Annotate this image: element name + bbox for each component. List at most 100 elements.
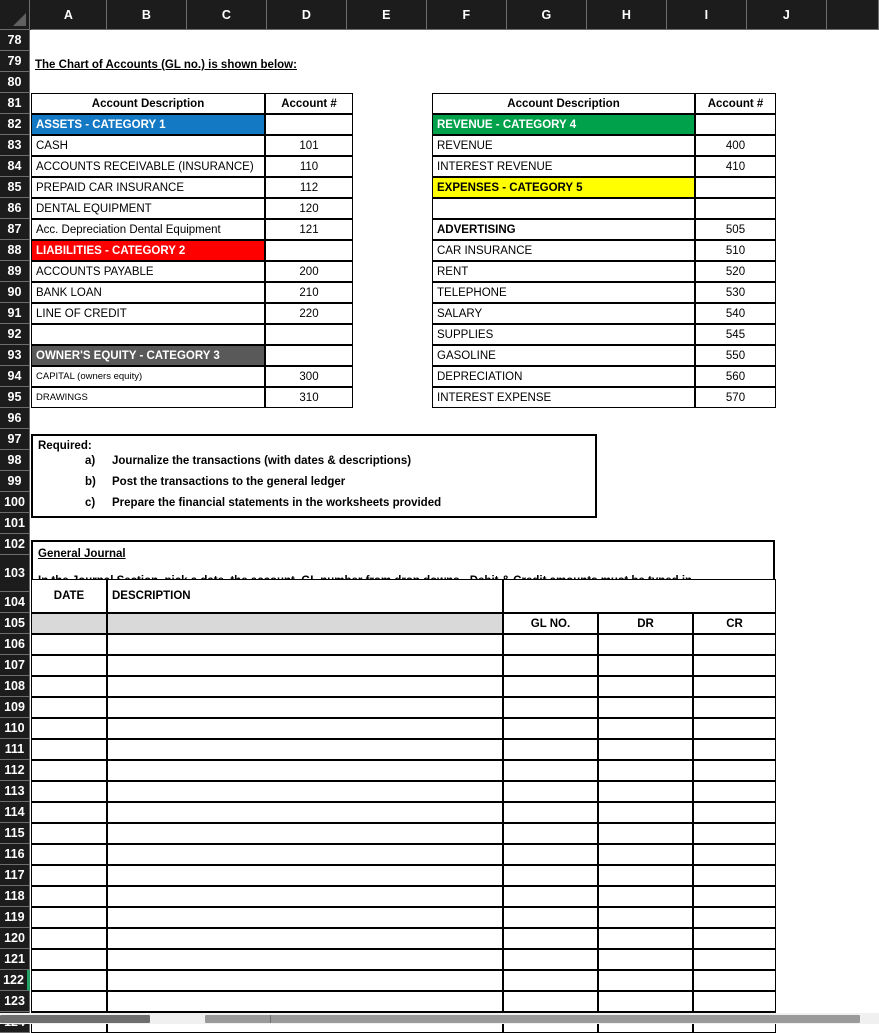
left-table-row-86-description[interactable]: DENTAL EQUIPMENT — [31, 198, 265, 219]
journal-row-116-description[interactable] — [107, 844, 503, 865]
journal-row-115-cr[interactable] — [693, 823, 776, 844]
right-table-row-84-account[interactable]: 410 — [695, 156, 776, 177]
journal-row-120-cr[interactable] — [693, 928, 776, 949]
row-header-96[interactable]: 96 — [0, 408, 30, 429]
journal-row-108-description[interactable] — [107, 676, 503, 697]
journal-row-115-dr[interactable] — [598, 823, 693, 844]
right-table-row-87-account[interactable]: 505 — [695, 219, 776, 240]
journal-row-121-dr[interactable] — [598, 949, 693, 970]
journal-row-121-cr[interactable] — [693, 949, 776, 970]
journal-row-114-dr[interactable] — [598, 802, 693, 823]
right-table-row-92-description[interactable]: SUPPLIES — [432, 324, 695, 345]
column-header-e[interactable]: E — [347, 0, 427, 30]
left-table-row-91-description[interactable]: LINE OF CREDIT — [31, 303, 265, 324]
journal-row-113-description[interactable] — [107, 781, 503, 802]
right-table-row-94-account[interactable]: 560 — [695, 366, 776, 387]
left-table-row-89-account[interactable]: 200 — [265, 261, 353, 282]
journal-row-109-gl-no[interactable] — [503, 697, 598, 718]
column-header-j[interactable]: J — [747, 0, 827, 30]
right-table-row-86-account[interactable] — [695, 198, 776, 219]
journal-row-123-date[interactable] — [31, 991, 107, 1012]
row-header-108[interactable]: 108 — [0, 676, 30, 697]
journal-row-106-dr[interactable] — [598, 634, 693, 655]
column-header-h[interactable]: H — [587, 0, 667, 30]
journal-row-121-description[interactable] — [107, 949, 503, 970]
row-header-83[interactable]: 83 — [0, 135, 30, 156]
left-table-row-82-description[interactable]: ASSETS - CATEGORY 1 — [31, 114, 265, 135]
row-header-115[interactable]: 115 — [0, 823, 30, 844]
row-header-118[interactable]: 118 — [0, 886, 30, 907]
row-header-85[interactable]: 85 — [0, 177, 30, 198]
row-header-105[interactable]: 105 — [0, 613, 30, 634]
horizontal-scrollbar-track[interactable] — [0, 1013, 879, 1024]
left-table-row-88-description[interactable]: LIABILITIES - CATEGORY 2 — [31, 240, 265, 261]
right-table-row-90-description[interactable]: TELEPHONE — [432, 282, 695, 303]
journal-row-116-dr[interactable] — [598, 844, 693, 865]
column-header-a[interactable]: A — [31, 0, 107, 30]
row-header-104[interactable]: 104 — [0, 592, 30, 613]
row-header-119[interactable]: 119 — [0, 907, 30, 928]
journal-row-109-dr[interactable] — [598, 697, 693, 718]
journal-row-117-description[interactable] — [107, 865, 503, 886]
right-table-row-85-description[interactable]: EXPENSES - CATEGORY 5 — [432, 177, 695, 198]
journal-row-123-cr[interactable] — [693, 991, 776, 1012]
journal-row-115-description[interactable] — [107, 823, 503, 844]
right-table-row-84-description[interactable]: INTEREST REVENUE — [432, 156, 695, 177]
row-header-121[interactable]: 121 — [0, 949, 30, 970]
right-table-row-85-account[interactable] — [695, 177, 776, 198]
left-table-row-86-account[interactable]: 120 — [265, 198, 353, 219]
journal-row-108-gl-no[interactable] — [503, 676, 598, 697]
journal-row-111-dr[interactable] — [598, 739, 693, 760]
right-table-row-82-account[interactable] — [695, 114, 776, 135]
journal-row-106-date[interactable] — [31, 634, 107, 655]
journal-row-122-date[interactable] — [31, 970, 107, 991]
left-table-row-85-description[interactable]: PREPAID CAR INSURANCE — [31, 177, 265, 198]
row-header-112[interactable]: 112 — [0, 760, 30, 781]
journal-row-112-description[interactable] — [107, 760, 503, 781]
row-header-86[interactable]: 86 — [0, 198, 30, 219]
left-table-row-91-account[interactable]: 220 — [265, 303, 353, 324]
left-table-row-84-description[interactable]: ACCOUNTS RECEIVABLE (INSURANCE) — [31, 156, 265, 177]
journal-row-111-cr[interactable] — [693, 739, 776, 760]
journal-row-111-description[interactable] — [107, 739, 503, 760]
row-header-123[interactable]: 123 — [0, 991, 30, 1012]
left-table-row-83-description[interactable]: CASH — [31, 135, 265, 156]
row-header-93[interactable]: 93 — [0, 345, 30, 366]
journal-row-121-gl-no[interactable] — [503, 949, 598, 970]
row-header-92[interactable]: 92 — [0, 324, 30, 345]
select-all-corner[interactable] — [0, 0, 30, 30]
journal-row-115-gl-no[interactable] — [503, 823, 598, 844]
journal-row-110-description[interactable] — [107, 718, 503, 739]
journal-row-114-date[interactable] — [31, 802, 107, 823]
journal-row-107-gl-no[interactable] — [503, 655, 598, 676]
journal-row-123-description[interactable] — [107, 991, 503, 1012]
journal-row-122-cr[interactable] — [693, 970, 776, 991]
journal-row-122-gl-no[interactable] — [503, 970, 598, 991]
journal-row-117-dr[interactable] — [598, 865, 693, 886]
left-table-row-95-description[interactable]: DRAWINGS — [31, 387, 265, 408]
journal-row-115-date[interactable] — [31, 823, 107, 844]
journal-row-107-date[interactable] — [31, 655, 107, 676]
journal-row-119-dr[interactable] — [598, 907, 693, 928]
journal-row-112-dr[interactable] — [598, 760, 693, 781]
journal-row-117-date[interactable] — [31, 865, 107, 886]
journal-row-116-cr[interactable] — [693, 844, 776, 865]
row-header-81[interactable]: 81 — [0, 93, 30, 114]
left-table-row-89-description[interactable]: ACCOUNTS PAYABLE — [31, 261, 265, 282]
row-header-78[interactable]: 78 — [0, 30, 30, 51]
row-header-79[interactable]: 79 — [0, 51, 30, 72]
journal-row-110-date[interactable] — [31, 718, 107, 739]
journal-row-113-cr[interactable] — [693, 781, 776, 802]
column-header-k[interactable] — [827, 0, 879, 30]
journal-row-122-description[interactable] — [107, 970, 503, 991]
left-table-row-92-account[interactable] — [265, 324, 353, 345]
left-table-row-84-account[interactable]: 110 — [265, 156, 353, 177]
row-header-98[interactable]: 98 — [0, 450, 30, 471]
journal-row-108-date[interactable] — [31, 676, 107, 697]
journal-row-108-dr[interactable] — [598, 676, 693, 697]
journal-row-113-dr[interactable] — [598, 781, 693, 802]
journal-row-118-gl-no[interactable] — [503, 886, 598, 907]
right-table-row-88-description[interactable]: CAR INSURANCE — [432, 240, 695, 261]
left-table-row-95-account[interactable]: 310 — [265, 387, 353, 408]
journal-row-109-description[interactable] — [107, 697, 503, 718]
